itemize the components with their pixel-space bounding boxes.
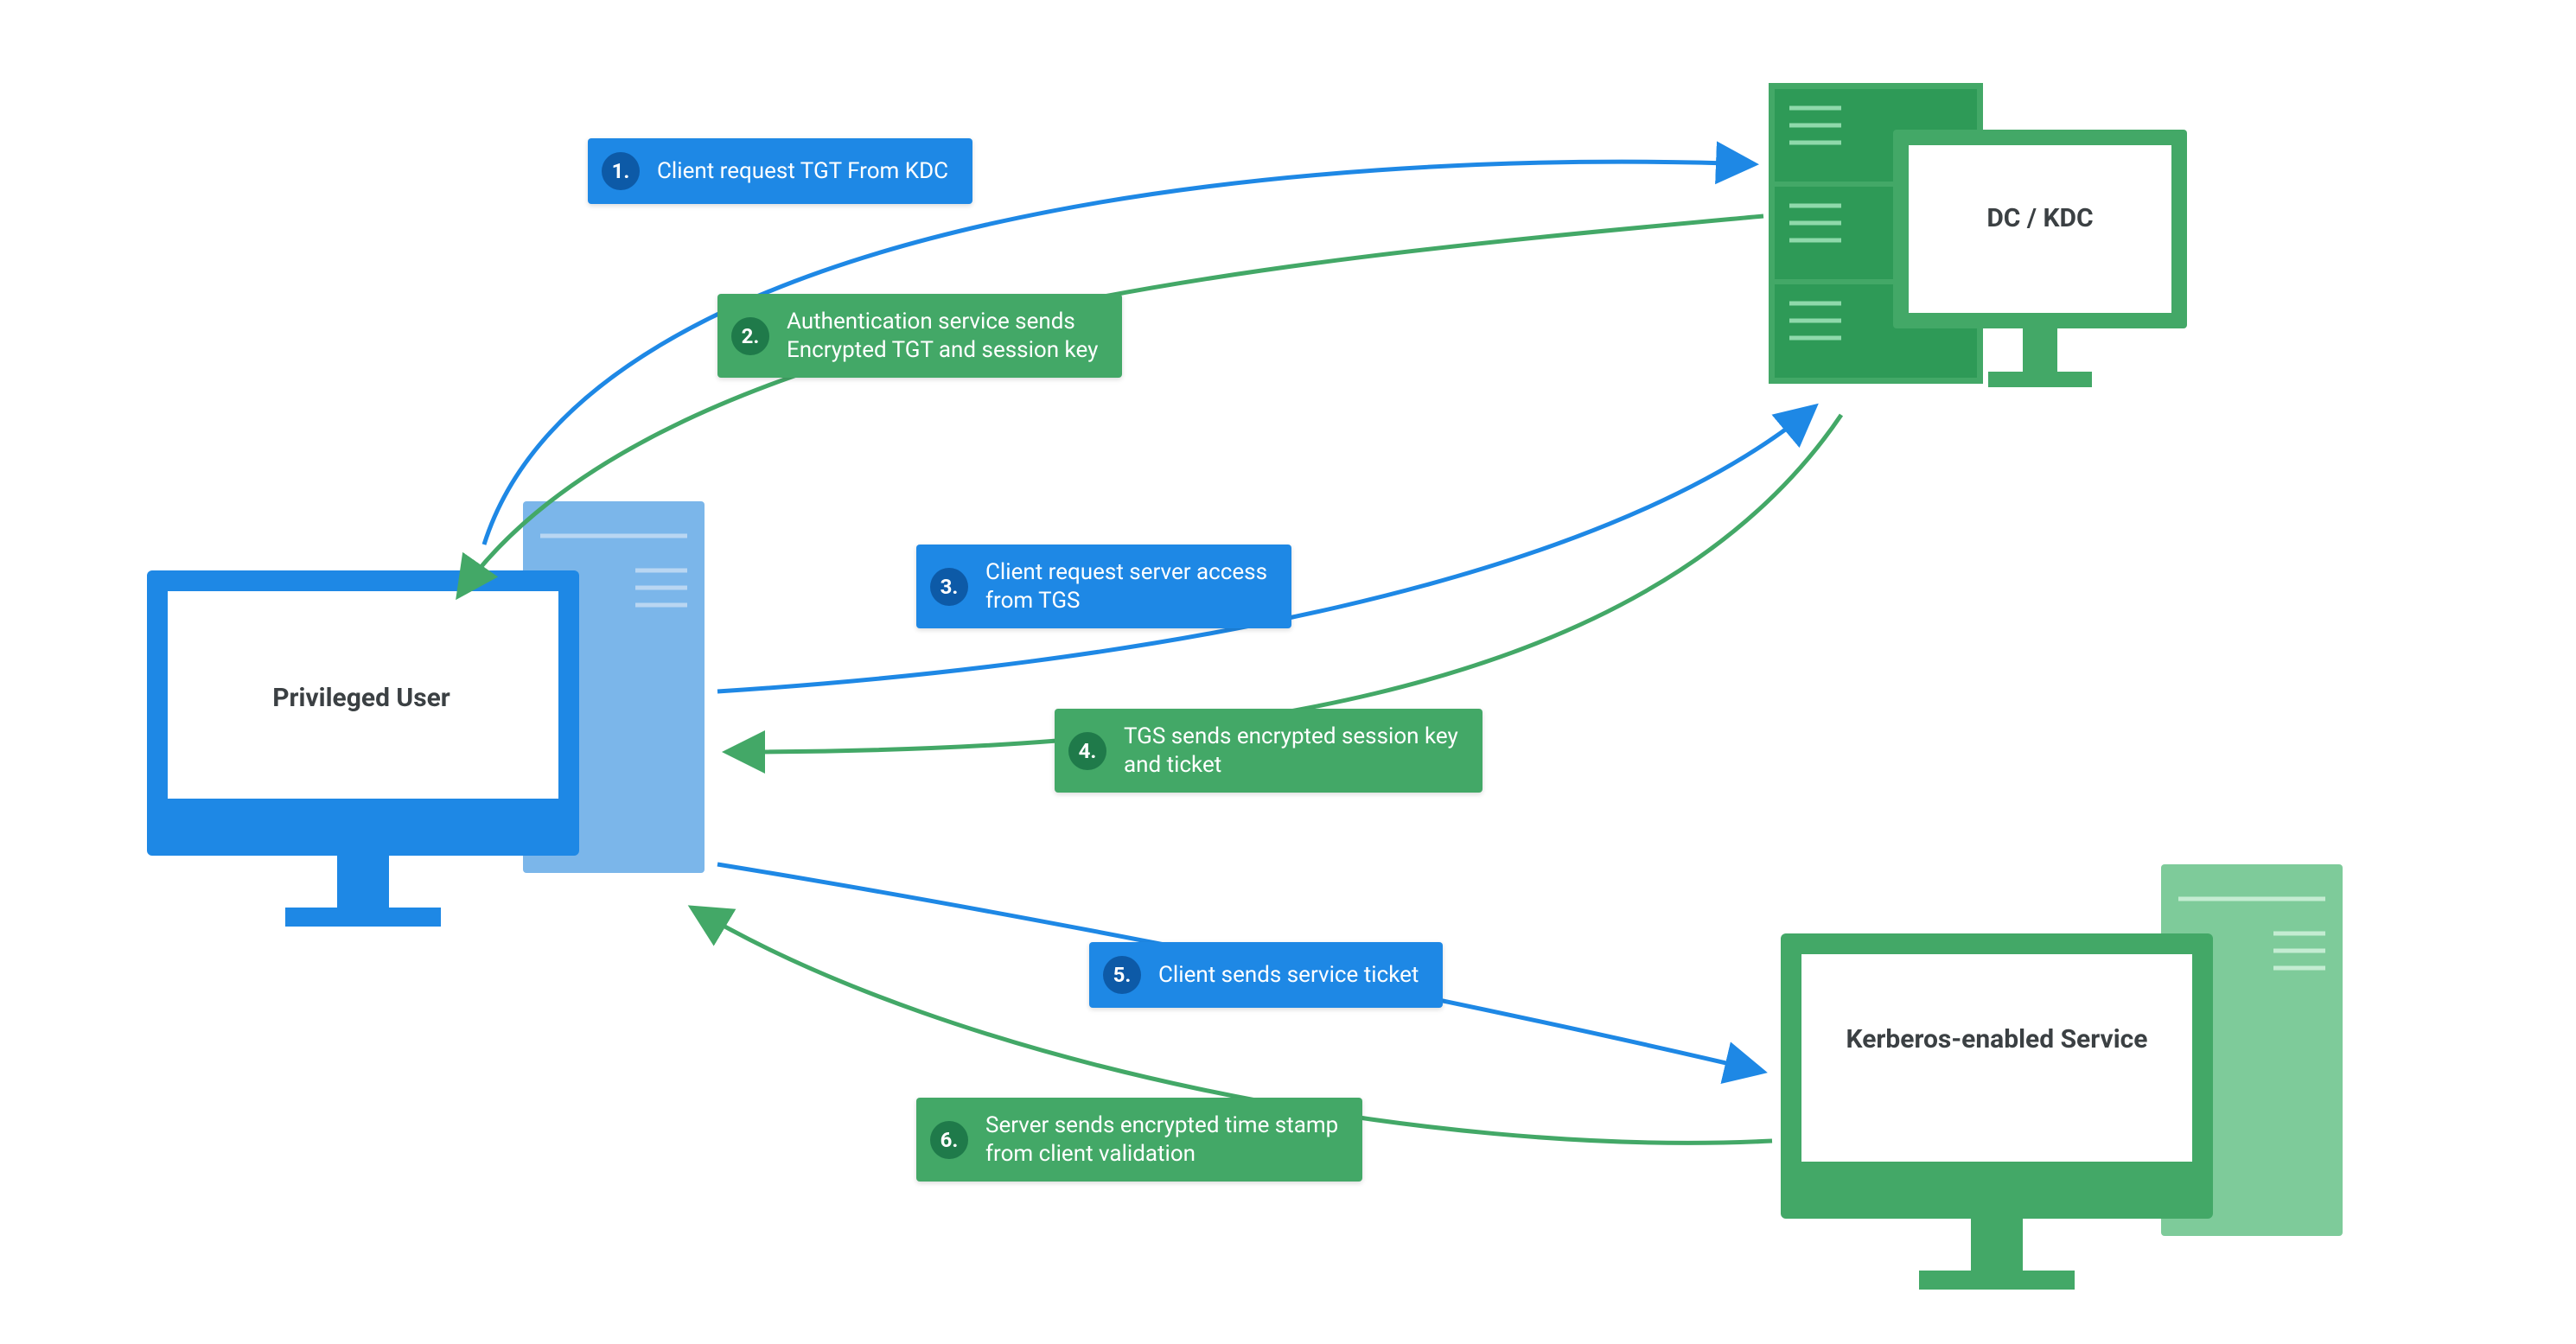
- step-2-text: Authentication service sends Encrypted T…: [787, 308, 1098, 364]
- user-label: Privileged User: [214, 683, 508, 714]
- service-label: Kerberos-enabled Service: [1841, 1024, 2152, 1055]
- step-4-num: 4.: [1068, 732, 1106, 770]
- service-monitor-icon: [1781, 933, 2213, 1290]
- step-1: 1. Client request TGT From KDC: [588, 138, 972, 204]
- step-3-text: Client request server access from TGS: [985, 558, 1267, 615]
- step-3: 3. Client request server access from TGS: [916, 545, 1291, 628]
- step-5-num: 5.: [1103, 956, 1141, 994]
- user-monitor-icon: [147, 570, 579, 927]
- step-1-num: 1.: [602, 152, 640, 190]
- step-6-num: 6.: [930, 1121, 968, 1159]
- step-5: 5. Client sends service ticket: [1089, 942, 1443, 1008]
- step-4: 4. TGS sends encrypted session key and t…: [1055, 709, 1482, 793]
- step-2-num: 2.: [731, 317, 769, 355]
- step-6-text: Server sends encrypted time stamp from c…: [985, 1112, 1338, 1168]
- user-tower-icon: [523, 501, 705, 873]
- service-tower-icon: [2161, 864, 2343, 1236]
- step-6: 6. Server sends encrypted time stamp fro…: [916, 1098, 1362, 1182]
- step-4-text: TGS sends encrypted session key and tick…: [1124, 723, 1458, 779]
- kdc-monitor-icon: [1893, 130, 2187, 387]
- kdc-label: DC / KDC: [1945, 203, 2135, 234]
- step-2: 2. Authentication service sends Encrypte…: [717, 294, 1122, 378]
- step-3-num: 3.: [930, 568, 968, 606]
- arrow-2: [458, 216, 1763, 596]
- step-5-text: Client sends service ticket: [1158, 961, 1419, 990]
- step-1-text: Client request TGT From KDC: [657, 157, 948, 186]
- kerberos-diagram: Privileged User DC / KDC Kerberos-enable…: [0, 0, 2576, 1344]
